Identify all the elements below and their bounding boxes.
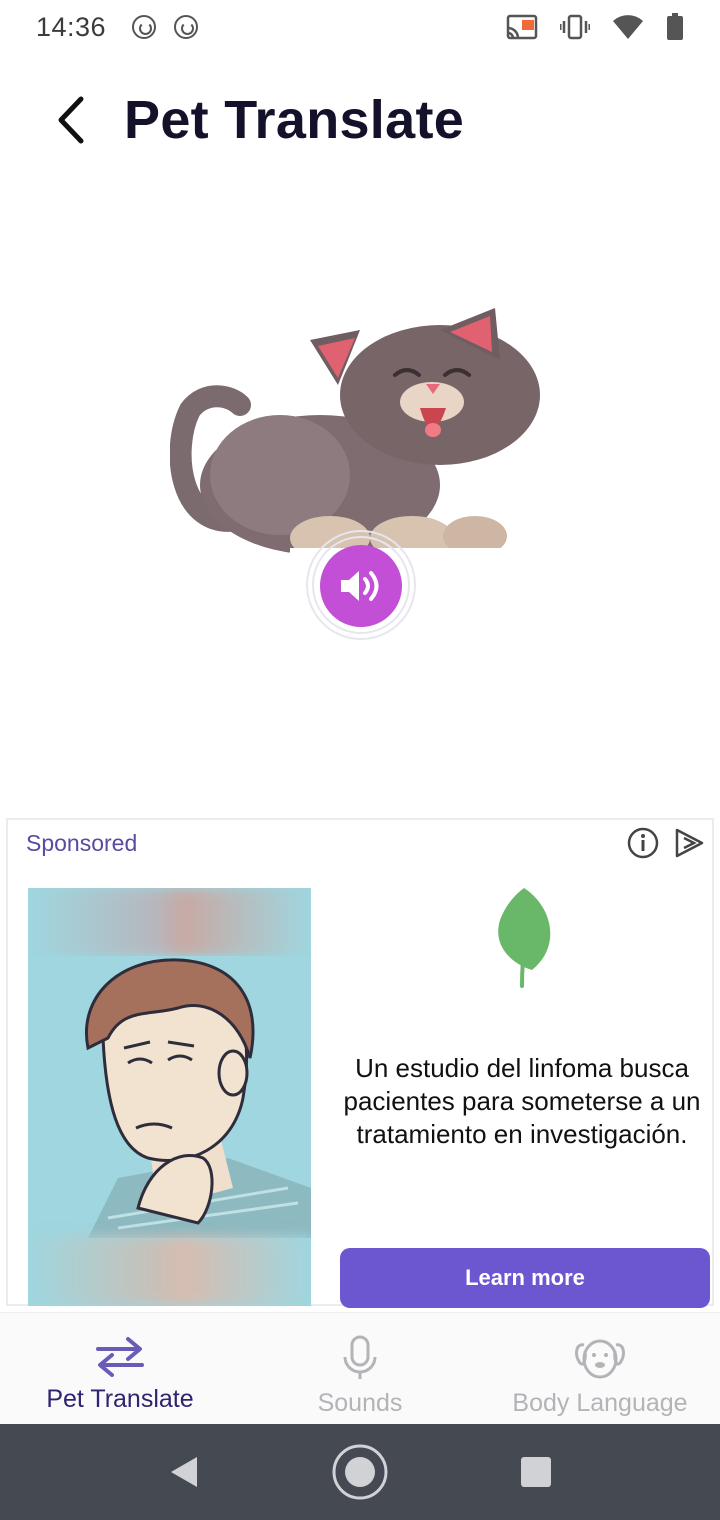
home-circle-icon <box>332 1444 388 1500</box>
nav-label: Sounds <box>317 1389 403 1417</box>
app-bar: Pet Translate <box>0 70 720 170</box>
battery-icon <box>667 13 683 40</box>
status-time: 14:36 <box>36 11 107 42</box>
back-triangle-icon <box>171 1457 197 1487</box>
microphone-icon <box>343 1335 377 1379</box>
info-icon <box>627 827 659 859</box>
speaker-icon <box>341 571 379 601</box>
nav-item-pet-translate[interactable]: Pet Translate <box>0 1313 240 1424</box>
ad-illustration[interactable] <box>28 888 311 1306</box>
advertiser-logo[interactable] <box>492 886 556 990</box>
back-button[interactable] <box>30 80 110 160</box>
dog-face-icon <box>575 1339 625 1379</box>
sync-icon <box>132 15 157 39</box>
bottom-navigation: Pet Translate Sounds Body Language <box>0 1312 720 1424</box>
swap-arrows-icon <box>96 1337 144 1377</box>
leaf-icon <box>498 888 551 988</box>
system-home-button[interactable] <box>330 1442 390 1502</box>
status-right-icons <box>506 13 684 41</box>
status-bar: 14:36 <box>0 0 720 54</box>
page-title: Pet Translate <box>124 90 465 150</box>
sponsored-ad[interactable]: Sponsored Un estudio del linfoma busca p… <box>6 818 714 1308</box>
play-sound-button[interactable] <box>320 545 402 627</box>
adchoices-button[interactable] <box>672 826 706 860</box>
recents-square-icon <box>521 1457 551 1487</box>
nav-item-body-language[interactable]: Body Language <box>480 1313 720 1424</box>
system-back-button[interactable] <box>154 1442 214 1502</box>
ad-info-button[interactable] <box>626 826 660 860</box>
cast-icon <box>506 14 538 40</box>
nav-item-sounds[interactable]: Sounds <box>240 1313 480 1424</box>
wifi-icon <box>613 15 643 39</box>
nav-label: Pet Translate <box>46 1385 194 1413</box>
sync-icon <box>174 15 199 39</box>
back-arrow-icon <box>58 96 84 144</box>
sound-button-area <box>300 520 420 640</box>
learn-more-button[interactable]: Learn more <box>340 1248 710 1308</box>
ad-headline[interactable]: Un estudio del linfoma busca pacientes p… <box>338 1052 706 1151</box>
ad-image-blur-bottom <box>28 1236 311 1306</box>
nav-label: Body Language <box>512 1389 688 1417</box>
adchoices-icon <box>675 828 704 858</box>
system-navigation <box>0 1424 720 1520</box>
vibrate-icon <box>560 14 590 40</box>
status-left-icons <box>132 15 199 39</box>
system-recents-button[interactable] <box>506 1442 566 1502</box>
sponsored-label: Sponsored <box>26 830 138 856</box>
